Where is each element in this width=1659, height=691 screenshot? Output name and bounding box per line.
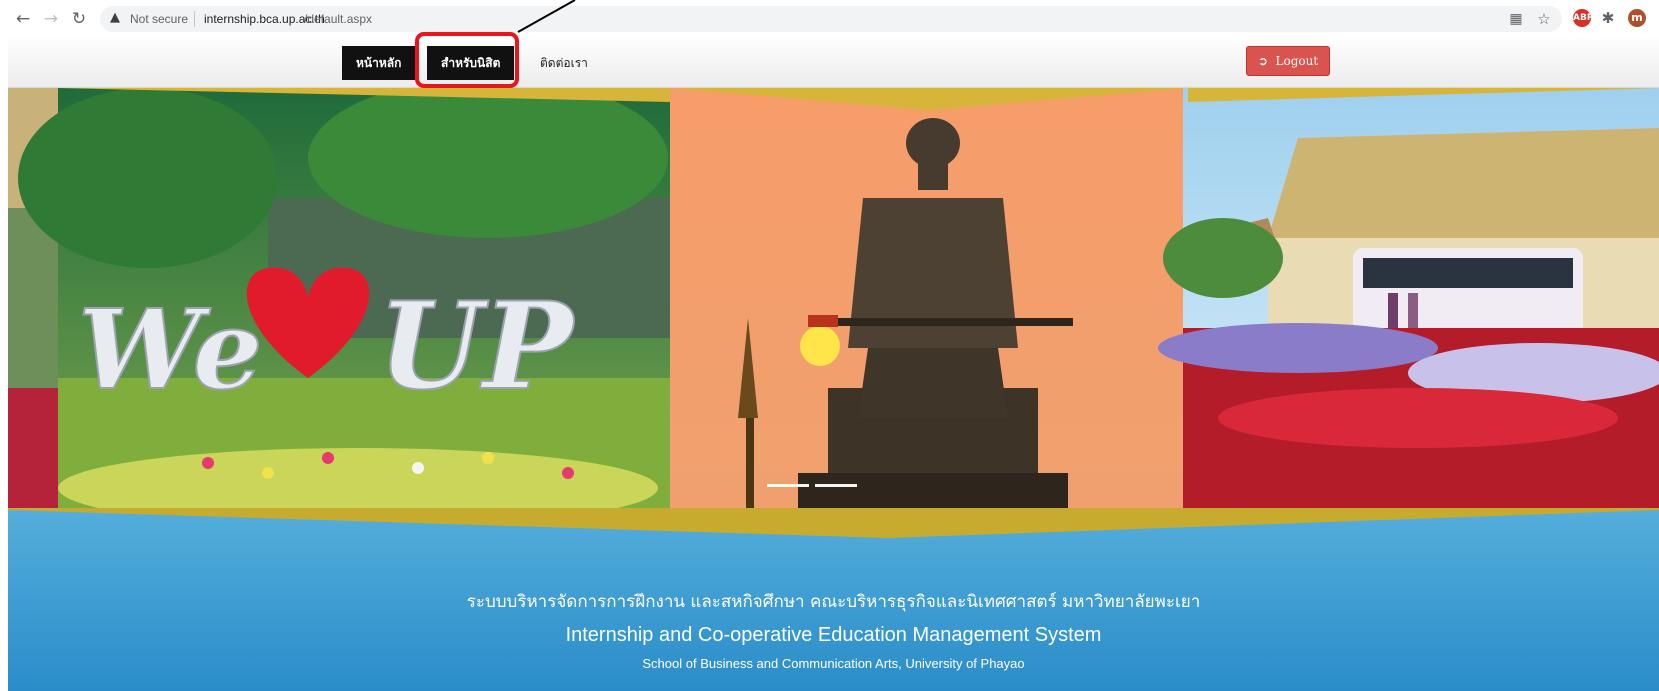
extensions-puzzle-icon[interactable]: ✱ bbox=[1597, 7, 1619, 29]
menu-home[interactable]: หน้าหลัก bbox=[342, 46, 416, 80]
carousel-indicator-1[interactable] bbox=[767, 484, 809, 487]
carousel-indicator-2[interactable] bbox=[815, 484, 857, 487]
url-path: /default.aspx bbox=[304, 12, 373, 26]
footer-english-title: Internship and Co-operative Education Ma… bbox=[565, 624, 1102, 646]
annotation-highlight-box bbox=[415, 32, 519, 88]
browser-toolbar: ← → ↻ ▲ Not secure internship.bca.up.ac.… bbox=[0, 0, 1659, 38]
security-label[interactable]: Not secure bbox=[130, 12, 188, 26]
back-icon[interactable]: ← bbox=[12, 8, 34, 30]
logout-button[interactable]: ➲ Logout bbox=[1246, 46, 1330, 76]
adblock-plus-icon[interactable]: ABP bbox=[1573, 9, 1593, 27]
translate-icon[interactable]: ▦ bbox=[1505, 8, 1527, 30]
reload-icon[interactable]: ↻ bbox=[68, 8, 90, 30]
bookmark-star-icon[interactable]: ☆ bbox=[1533, 8, 1555, 30]
footer-banner: ระบบบริหารจัดการการฝึกงาน และสหกิจศึกษา … bbox=[8, 508, 1659, 691]
address-separator bbox=[194, 11, 195, 27]
profile-avatar[interactable]: m bbox=[1628, 9, 1646, 27]
forward-icon[interactable]: → bbox=[40, 8, 62, 30]
menu-contact[interactable]: ติดต่อเรา bbox=[526, 46, 602, 80]
footer-thai-title: ระบบบริหารจัดการการฝึกงาน และสหกิจศึกษา … bbox=[466, 592, 1201, 612]
address-bar[interactable]: ▲ Not secure internship.bca.up.ac.th /de… bbox=[100, 6, 1562, 32]
footer-chevron bbox=[8, 508, 1659, 538]
svg-text:We: We bbox=[78, 285, 263, 414]
logout-label: Logout bbox=[1275, 54, 1319, 68]
site-header: หน้าหลัก สำหรับนิสิต ติดต่อเรา bbox=[8, 38, 1659, 88]
hero-carousel[interactable]: We UP bbox=[8, 88, 1659, 508]
logout-icon: ➲ bbox=[1257, 54, 1268, 68]
svg-text:UP: UP bbox=[378, 276, 577, 417]
footer-subtitle: School of Business and Communication Art… bbox=[642, 656, 1025, 671]
carousel-collage: We UP bbox=[8, 88, 1659, 508]
warning-icon: ▲ bbox=[110, 10, 120, 25]
